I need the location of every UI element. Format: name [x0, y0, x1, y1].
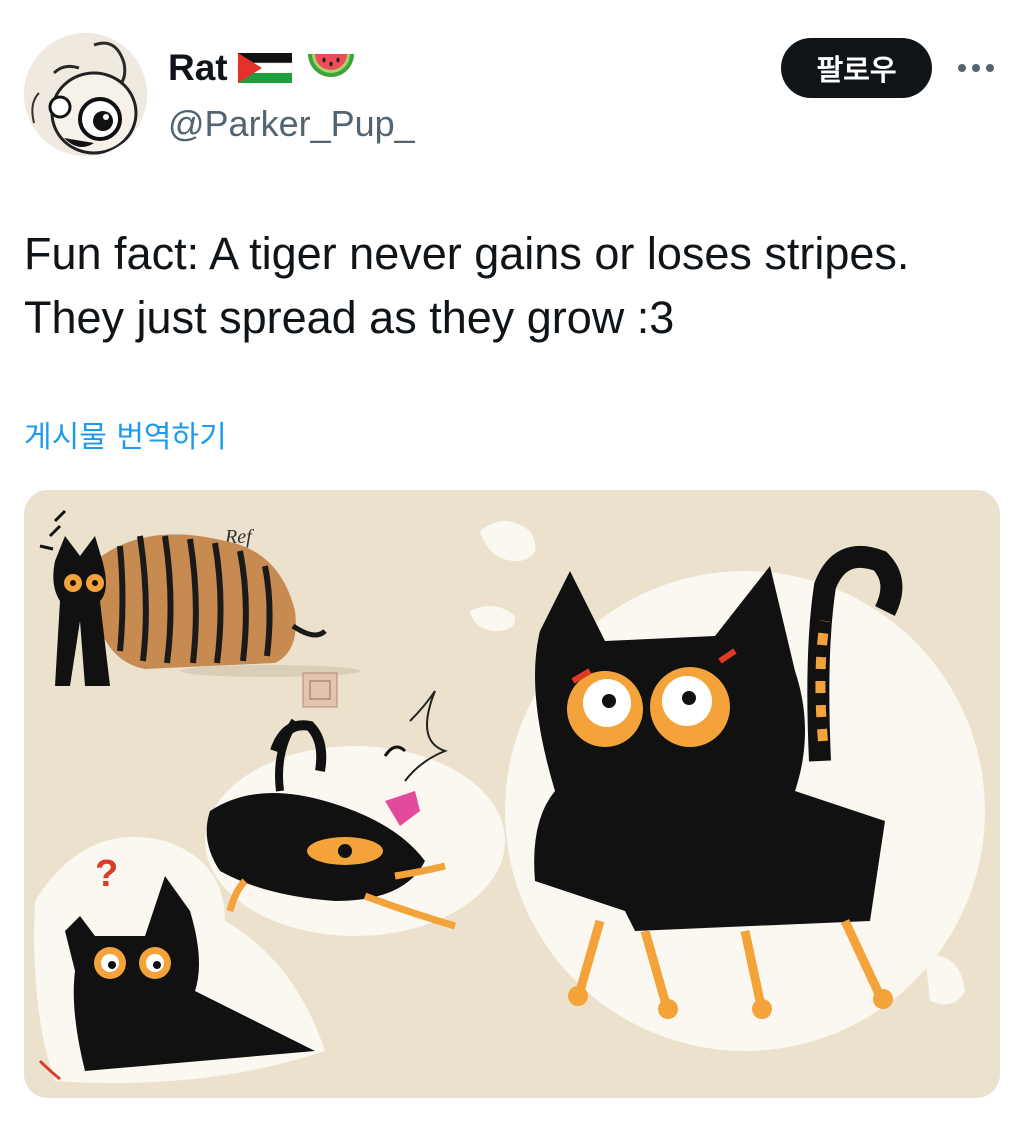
- watermelon-icon: [304, 46, 358, 90]
- author-name-row: Rat: [168, 44, 358, 92]
- palestine-flag-icon: [236, 50, 294, 86]
- author-display-name[interactable]: Rat: [168, 44, 228, 92]
- author-avatar[interactable]: [24, 33, 147, 156]
- tweet-text-line: Fun fact: A tiger never gains or loses s…: [24, 228, 910, 279]
- more-dots-icon[interactable]: [952, 52, 1000, 84]
- tweet-text: Fun fact: A tiger never gains or loses s…: [24, 222, 994, 350]
- follow-button[interactable]: 팔로우: [781, 38, 932, 98]
- translate-post-link[interactable]: 게시물 번역하기: [24, 416, 227, 460]
- tweet-text-line: They just spread as they grow :3: [24, 292, 675, 343]
- question-mark: ?: [95, 853, 118, 895]
- cartoon-illustration: Ref ?: [25, 491, 999, 1097]
- tweet-media-image[interactable]: Ref ?: [24, 490, 1000, 1098]
- avatar-image: [24, 33, 147, 156]
- author-handle[interactable]: @Parker_Pup_: [168, 102, 415, 146]
